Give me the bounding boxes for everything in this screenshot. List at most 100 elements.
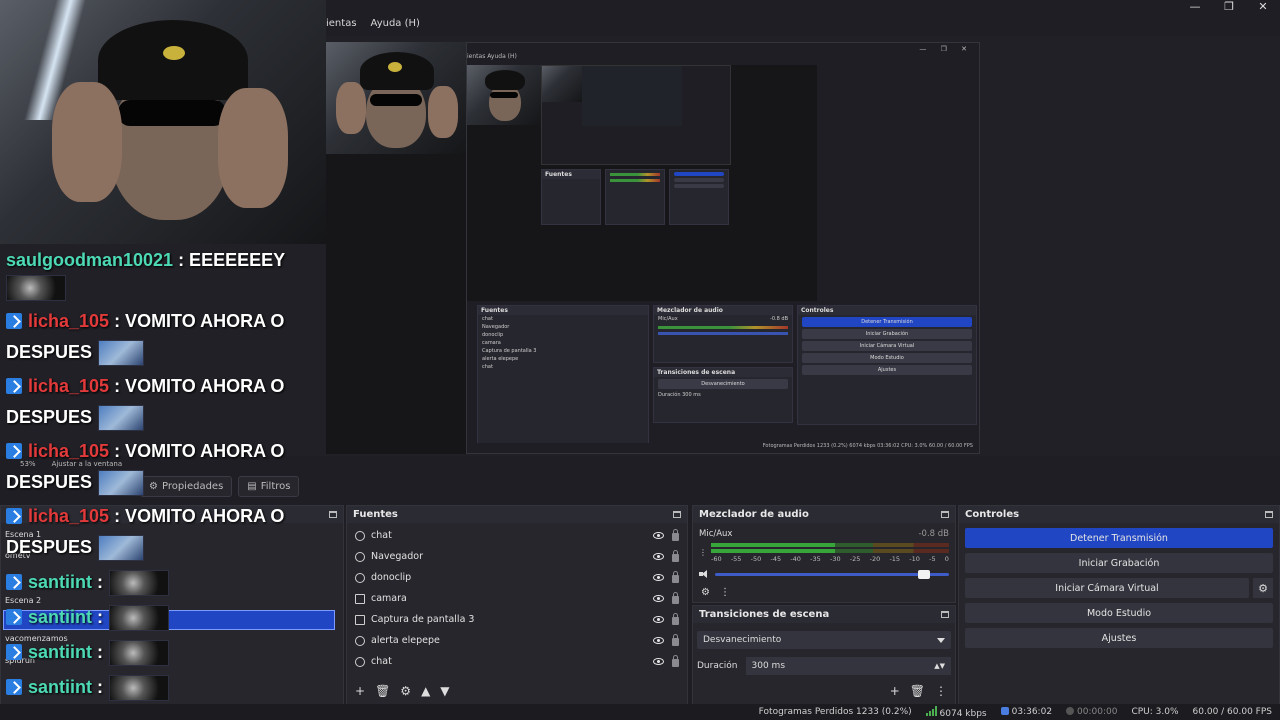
source-properties-button[interactable]: ⚙ xyxy=(400,684,411,698)
fit-to-window[interactable]: Ajustar a la ventana xyxy=(52,460,123,468)
source-item[interactable]: alerta elepepe xyxy=(347,630,687,651)
cpu-usage: CPU: 3.0% xyxy=(1131,707,1179,717)
sources-footer: + 🗑 ⚙ ▲ ▼ xyxy=(355,684,450,698)
volume-slider[interactable] xyxy=(715,569,949,579)
eye-icon[interactable] xyxy=(653,616,664,623)
menu-help[interactable]: Ayuda (H) xyxy=(371,18,420,29)
studio-mode-button[interactable]: Modo Estudio xyxy=(965,603,1273,623)
source-item[interactable]: camara xyxy=(347,588,687,609)
sources-dock: Fuentes chat Navegador donoclip camara C… xyxy=(346,505,688,705)
scene-item[interactable]: spidrun xyxy=(5,656,35,665)
volume-slider-knob[interactable] xyxy=(918,569,931,579)
move-up-button[interactable]: ▲ xyxy=(421,684,430,698)
meter-tick-label: 0 xyxy=(944,555,949,563)
duration-input[interactable]: 300 ms ▲▼ xyxy=(745,657,951,675)
scene-item[interactable]: vacomenzamos xyxy=(5,634,68,643)
meter-tick-label: -50 xyxy=(750,555,762,563)
nested-status-bar: Fotogramas Perdidos 1233 (0.2%) 6074 kbp… xyxy=(467,443,979,453)
move-down-button[interactable]: ▼ xyxy=(440,684,449,698)
remove-source-button[interactable]: 🗑 xyxy=(375,684,390,698)
meter-tick-label: -30 xyxy=(829,555,841,563)
popout-icon[interactable] xyxy=(1265,511,1273,518)
nested-mixer-panel: Mezclador de audio Mic/Aux -0.8 dB xyxy=(653,305,793,363)
mixer-menu-icon[interactable]: ⋮ xyxy=(720,587,730,598)
lock-icon[interactable] xyxy=(672,634,679,646)
mixer-channel: Mic/Aux -0.8 dB ⋮ -60 -55 -50 -45 -40 -35 -30-… xyxy=(693,523,955,579)
source-item[interactable]: chat xyxy=(347,525,687,546)
bitrate: 6074 kbps xyxy=(925,705,987,719)
speaker-icon[interactable] xyxy=(699,569,709,579)
globe-icon xyxy=(355,530,365,541)
eye-icon[interactable] xyxy=(653,574,664,581)
settings-button[interactable]: Ajustes xyxy=(965,628,1273,648)
controls-title: Controles xyxy=(965,509,1020,520)
zoom-bar: 53% Ajustar a la ventana xyxy=(20,460,122,468)
advanced-audio-icon[interactable]: ⚙ xyxy=(701,587,710,598)
remove-transition-button[interactable]: 🗑 xyxy=(910,684,925,698)
source-item[interactable]: Captura de pantalla 3 xyxy=(347,609,687,630)
add-transition-button[interactable]: + xyxy=(890,684,900,698)
nested-controls-panel: Controles Detener Transmisión Iniciar Gr… xyxy=(797,305,977,425)
gear-icon[interactable]: ⚙ xyxy=(1253,578,1273,598)
transitions-dock: Transiciones de escena Desvanecimiento D… xyxy=(692,605,956,705)
transition-select[interactable]: Desvanecimiento xyxy=(697,631,951,649)
meter-tick-label: -20 xyxy=(869,555,881,563)
volume-meter: -60 -55 -50 -45 -40 -35 -30 -25 -20 -15 -10 -5 0 xyxy=(711,543,949,563)
menu-tools[interactable]: ientas xyxy=(326,18,357,29)
eye-icon[interactable] xyxy=(653,532,664,539)
scene-item[interactable]: Escena 2 xyxy=(5,596,41,605)
start-recording-button[interactable]: Iniciar Grabación xyxy=(965,553,1273,573)
rec-time: 00:00:00 xyxy=(1066,707,1117,717)
filters-button[interactable]: ▤ Filtros xyxy=(238,475,300,497)
eye-icon[interactable] xyxy=(653,553,664,560)
scene-item[interactable]: ometv xyxy=(5,551,30,560)
nested-sources-panel: Fuentes chat Navegador donoclip camara C… xyxy=(477,305,649,453)
stop-stream-button[interactable]: Detener Transmisión xyxy=(965,528,1273,548)
filter-icon: ▤ xyxy=(247,480,257,492)
channel-db: -0.8 dB xyxy=(918,529,949,539)
signal-icon xyxy=(925,705,937,716)
scene-item[interactable]: Escena 1 xyxy=(5,530,41,539)
popout-icon[interactable] xyxy=(941,511,949,518)
lock-icon[interactable] xyxy=(672,529,679,541)
lock-icon[interactable] xyxy=(672,613,679,625)
obs-window: — ❐ ✕ ientas Ayuda (H) — ❐ ✕ ientas Ayud… xyxy=(0,0,1280,720)
fps: 60.00 / 60.00 FPS xyxy=(1192,707,1272,717)
lock-icon[interactable] xyxy=(672,571,679,583)
eye-icon[interactable] xyxy=(653,595,664,602)
transition-menu-icon[interactable]: ⋮ xyxy=(935,684,947,698)
popout-icon[interactable] xyxy=(673,511,681,518)
webcam-feed xyxy=(0,0,326,244)
globe-icon xyxy=(355,635,365,646)
minimize-button[interactable]: — xyxy=(1178,0,1212,16)
stepper-icon[interactable]: ▲▼ xyxy=(934,662,945,670)
close-button[interactable]: ✕ xyxy=(1246,0,1280,16)
mixer-title: Mezclador de audio xyxy=(699,509,809,520)
lock-icon[interactable] xyxy=(672,550,679,562)
nested-window-controls: — ❐ ✕ xyxy=(919,45,973,53)
channel-menu-icon[interactable]: ⋮ xyxy=(699,549,707,557)
menu-bar: ientas Ayuda (H) xyxy=(326,18,420,29)
lock-icon[interactable] xyxy=(672,592,679,604)
live-time: 03:36:02 xyxy=(1000,707,1052,717)
chevron-down-icon xyxy=(937,637,945,643)
source-item[interactable]: donoclip xyxy=(347,567,687,588)
duration-label: Duración xyxy=(697,661,738,671)
meter-tick-label: -5 xyxy=(929,555,936,563)
eye-icon[interactable] xyxy=(653,637,664,644)
lock-icon[interactable] xyxy=(672,655,679,667)
maximize-button[interactable]: ❐ xyxy=(1212,0,1246,16)
scene-item-selected[interactable] xyxy=(3,610,335,630)
start-virtual-camera-button[interactable]: Iniciar Cámara Virtual xyxy=(965,578,1249,598)
camera-icon xyxy=(355,593,365,604)
eye-icon[interactable] xyxy=(653,658,664,665)
source-item[interactable]: Navegador xyxy=(347,546,687,567)
popout-icon[interactable] xyxy=(941,611,949,618)
popout-icon[interactable] xyxy=(329,511,337,518)
zoom-level[interactable]: 53% xyxy=(20,460,36,468)
source-item[interactable]: chat xyxy=(347,651,687,672)
preview-canvas[interactable]: — ❐ ✕ ientas Ayuda (H) Fuentes Fuentes c… xyxy=(326,42,980,454)
window-controls: — ❐ ✕ xyxy=(1178,0,1280,16)
add-source-button[interactable]: + xyxy=(355,684,365,698)
properties-button[interactable]: ⚙ Propiedades xyxy=(140,475,233,497)
